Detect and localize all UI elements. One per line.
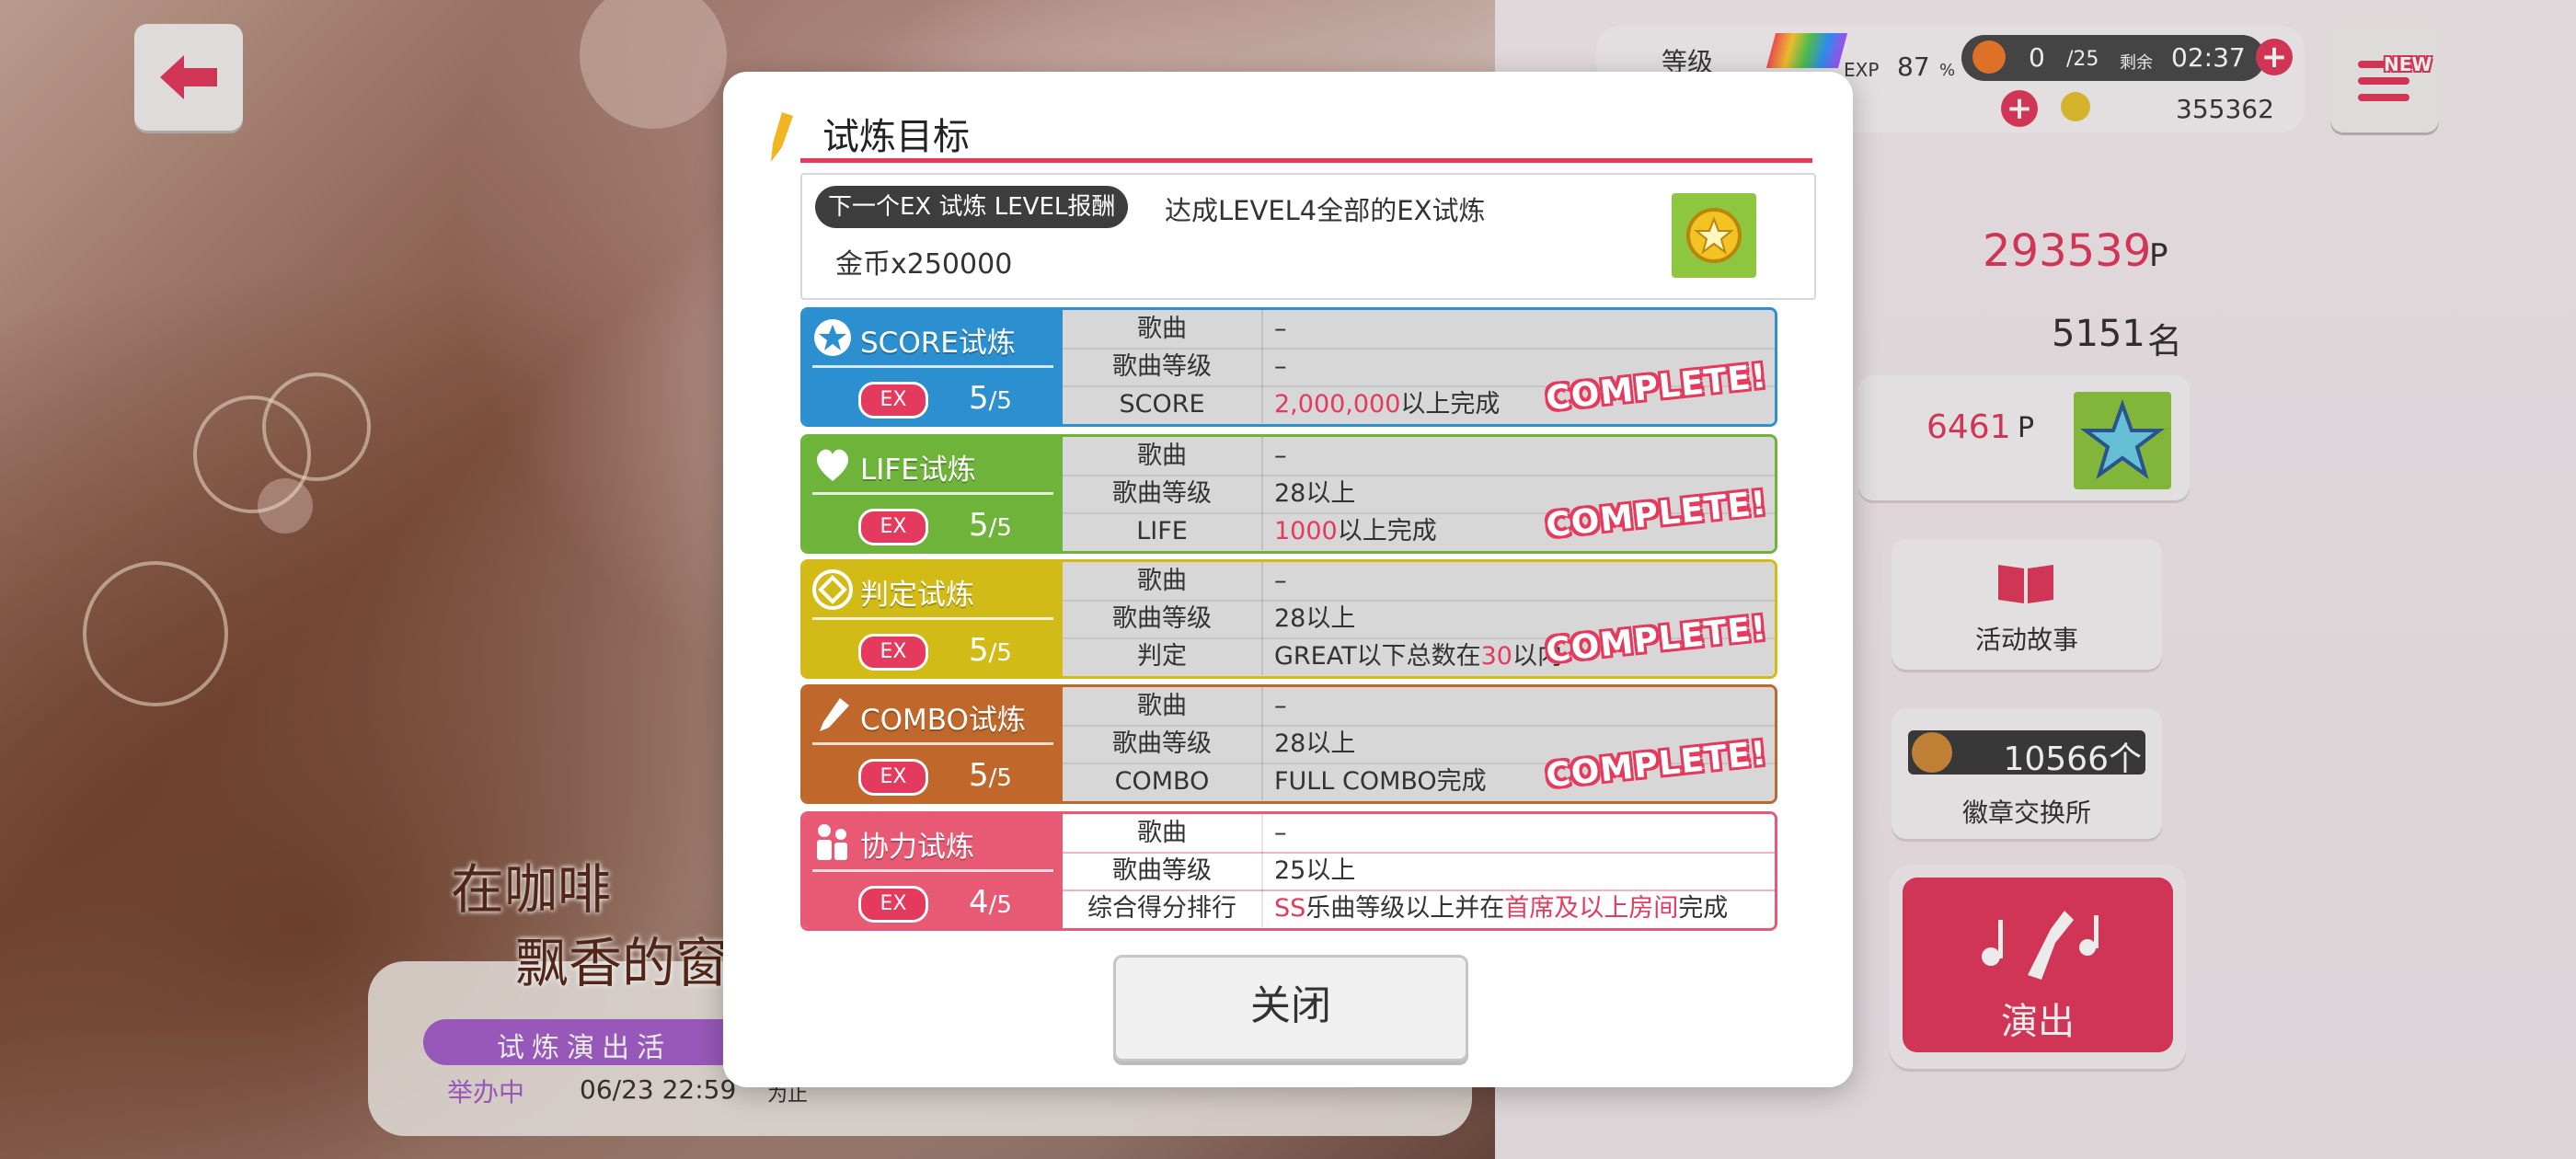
trial-combo: COMBO试炼 EX 5/5 歌曲 – 歌曲等级 28以上 COMBO FULL CO… (800, 684, 1777, 804)
ex-badge: EX (858, 886, 928, 923)
row-label: 歌曲 (1063, 562, 1263, 600)
ex-badge: EX (858, 382, 928, 419)
trial-progress: 5/5 (969, 632, 1012, 669)
ex-badge: EX (858, 509, 928, 545)
star-icon (814, 319, 851, 356)
next-reward-box: 下一个EX 试炼 LEVEL报酬 达成LEVEL4全部的EX试炼 金币x2500… (800, 173, 1816, 300)
row-label: 歌曲 (1063, 437, 1263, 475)
row-value: – (1274, 692, 1287, 720)
row-label: 歌曲 (1063, 687, 1263, 725)
row-value: SS乐曲等级以上并在首席及以上房间完成 (1274, 894, 1729, 923)
row-label: 判定 (1063, 637, 1263, 675)
heart-icon (816, 449, 849, 481)
title-underline (800, 158, 1812, 163)
row-value: – (1274, 315, 1287, 343)
ex-badge: EX (858, 634, 928, 671)
pen-icon (820, 698, 849, 731)
ex-badge: EX (858, 759, 928, 796)
row-label: LIFE (1063, 512, 1263, 550)
row-label: 综合得分排行 (1063, 889, 1263, 927)
trial-life: LIFE试炼 EX 5/5 歌曲 – 歌曲等级 28以上 LIFE 1000以上完成 … (800, 434, 1777, 554)
gold-coin-icon (1672, 193, 1756, 278)
trial-progress: 5/5 (969, 757, 1012, 794)
close-button[interactable]: 关闭 (1113, 955, 1468, 1061)
trial-progress: 4/5 (969, 884, 1012, 921)
trial-name: SCORE试炼 (860, 327, 1016, 360)
dialog-title: 试炼目标 (822, 116, 970, 158)
row-value: 25以上 (1274, 856, 1356, 885)
trial-progress: 5/5 (969, 380, 1012, 417)
row-label: 歌曲 (1063, 814, 1263, 852)
row-label: 歌曲 (1063, 310, 1263, 348)
reward-condition: 达成LEVEL4全部的EX试炼 (1165, 195, 1486, 226)
row-label: COMBO (1063, 763, 1263, 800)
trial-progress: 5/5 (969, 507, 1012, 544)
row-label: 歌曲等级 (1063, 852, 1263, 889)
trial-score: SCORE试炼 EX 5/5 歌曲 – 歌曲等级 – SCORE 2,000,000以… (800, 307, 1777, 427)
row-value: – (1274, 567, 1287, 595)
trial-name: 判定试炼 (860, 579, 974, 612)
row-label: 歌曲等级 (1063, 475, 1263, 512)
trial-judge: 判定试炼 EX 5/5 歌曲 – 歌曲等级 28以上 判定 GREAT以下总数在30以… (800, 559, 1777, 679)
trial-coop: 协力试炼 EX 4/5 歌曲 – 歌曲等级 25以上 综合得分排行 SS乐曲等级以上并… (800, 811, 1777, 931)
row-value: – (1274, 442, 1287, 470)
row-label: 歌曲等级 (1063, 600, 1263, 637)
reward-item: 金币x250000 (835, 248, 1013, 281)
trial-goals-dialog: 试炼目标 下一个EX 试炼 LEVEL报酬 达成LEVEL4全部的EX试炼 金币… (723, 72, 1853, 1087)
people-icon (817, 824, 847, 860)
target-diamond-icon (812, 569, 853, 610)
row-label: 歌曲等级 (1063, 725, 1263, 763)
pencil-icon (771, 112, 793, 162)
reward-tag: 下一个EX 试炼 LEVEL报酬 (815, 186, 1129, 228)
trial-name: LIFE试炼 (860, 453, 976, 487)
row-label: 歌曲等级 (1063, 348, 1263, 385)
row-label: SCORE (1063, 385, 1263, 423)
trial-name: COMBO试炼 (860, 704, 1026, 737)
row-value: – (1274, 819, 1287, 847)
trial-name: 协力试炼 (860, 831, 974, 864)
